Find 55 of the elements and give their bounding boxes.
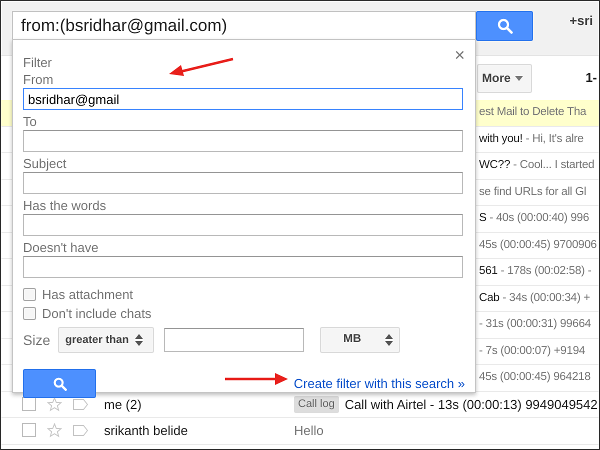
size-operator-select[interactable]: greater than [58,327,154,353]
message-snippet: 45s (00:00:45) 9700906 [479,238,597,253]
message-snippet: - 31s (00:00:31) 99664 [479,317,591,332]
spinner-icon [385,334,394,346]
label-icon[interactable] [73,396,88,412]
close-button[interactable]: × [454,46,465,64]
create-filter-link[interactable]: Create filter with this search » [294,374,465,394]
input-field[interactable]: bsridhar@gmail [23,88,463,110]
size-label: Size [23,332,50,348]
message-snippet: S - 40s (00:00:40) 996 [479,211,590,226]
message-snippet: with you! - Hi, It's alre [479,132,584,147]
field-label: Has the words [23,197,108,214]
search-icon [52,376,66,390]
input-field[interactable] [23,130,463,152]
sender-name: me (2) [104,396,143,414]
checkbox-label: Has attachment [42,286,134,303]
star-icon[interactable] [47,423,62,438]
field-label: To [23,113,38,130]
size-unit-select[interactable]: MB [320,327,400,353]
message-snippet: 561 - 178s (00:02:58) - [479,264,592,280]
input-field[interactable] [23,256,463,278]
message-snippet: 45s (00:00:45) 964218 [479,370,591,386]
caret-icon [514,76,523,80]
page-range: 1- [585,69,597,88]
message-snippet: est Mail to Delete Tha [479,105,586,120]
search-button[interactable] [476,11,533,41]
field-label: Subject [23,155,68,172]
sender-name: srikanth belide [104,422,189,440]
star-icon[interactable] [47,396,62,412]
field-label: Doesn't have [23,239,100,256]
message-snippet: WC?? - Cool... I started [479,158,594,174]
message-snippet: - 7s (00:00:07) +9194 [479,344,586,359]
search-button[interactable] [23,369,96,398]
search-field[interactable]: from:(bsridhar@gmail.com) [12,11,476,41]
message-snippet: Cab - 34s (00:00:34) + [479,290,590,306]
input-field[interactable] [23,172,463,194]
checkbox[interactable] [23,288,36,301]
size-field[interactable] [164,328,304,352]
message-subject: Hello [294,422,324,440]
message-subject: Call with Airtel - 13s (00:00:13) 9949049542 [344,396,598,414]
message-snippet: se find URLs for all Gl [479,184,586,200]
input-field[interactable] [23,214,463,236]
spinner-icon [134,334,143,346]
checkbox[interactable] [22,423,36,438]
field-label: From [23,71,54,88]
checkbox-label: Don't include chats [42,305,152,322]
search-icon [496,18,512,34]
label-icon[interactable] [73,423,88,438]
checkbox[interactable] [23,307,36,320]
message-tag: Call log [294,396,339,412]
annotation-arrow [225,373,289,385]
filter-title: Filter [23,54,52,71]
more-button[interactable]: More [477,64,532,92]
account-link[interactable]: +sri [570,11,593,30]
checkbox[interactable] [22,396,36,412]
